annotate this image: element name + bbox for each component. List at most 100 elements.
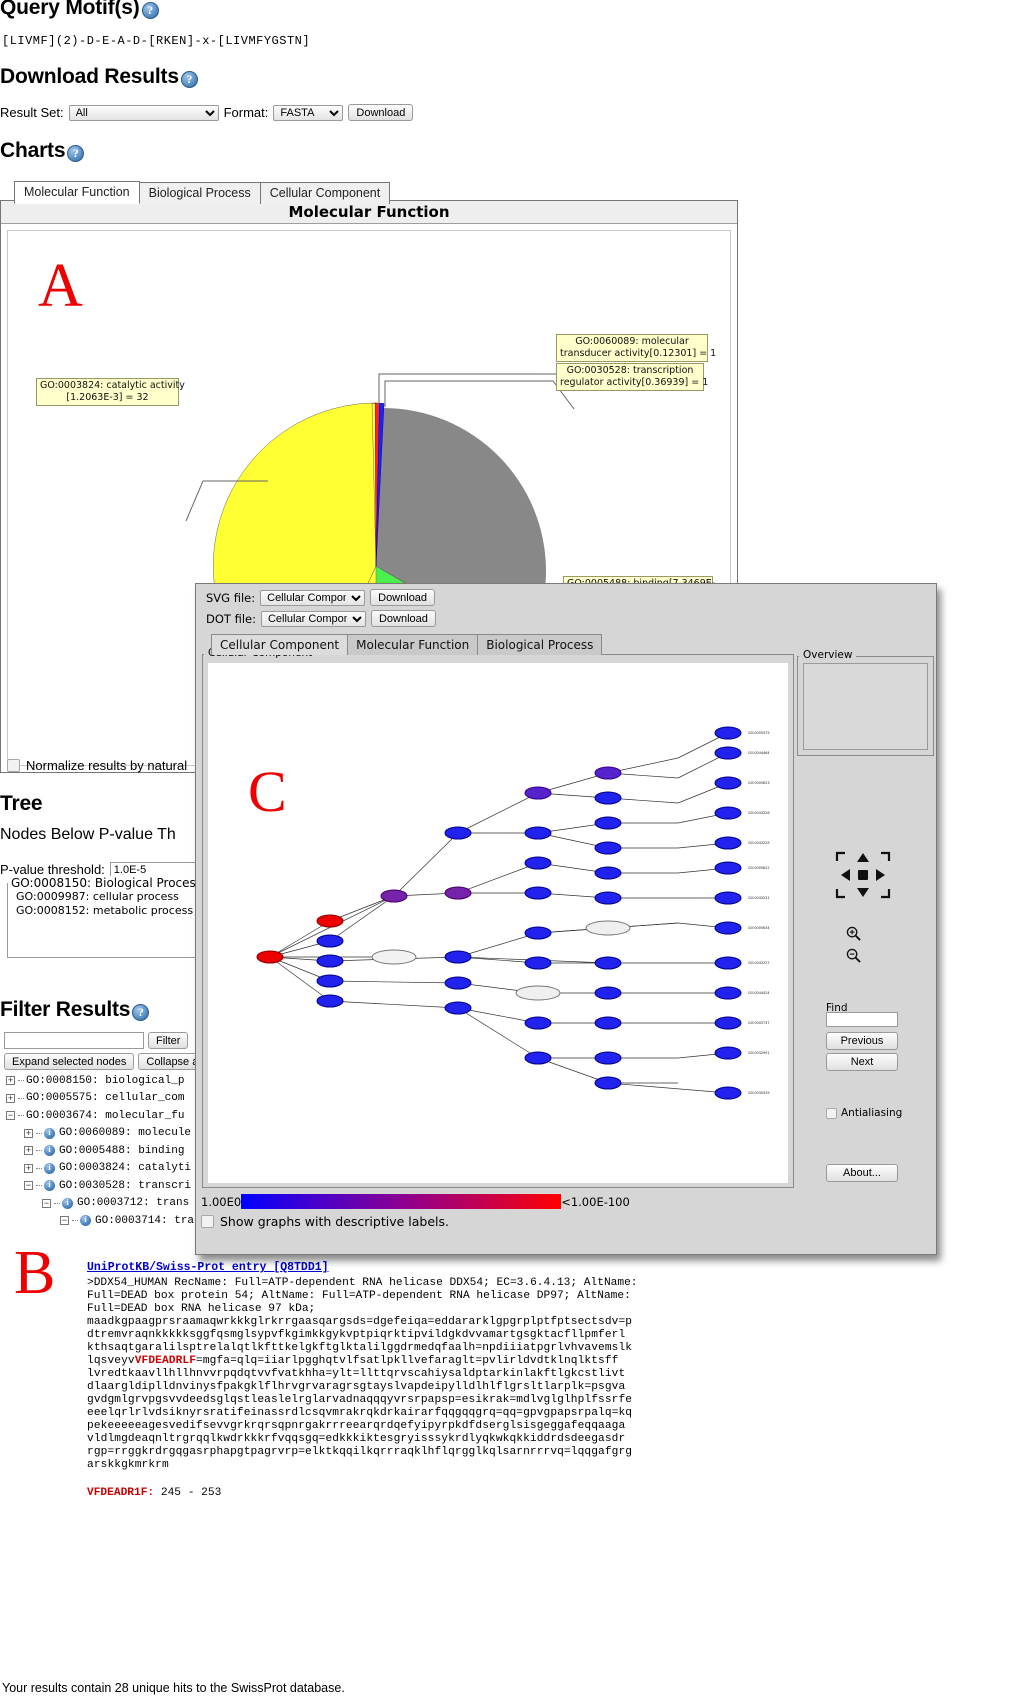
viewer-tab-molecular-function[interactable]: Molecular Function (347, 634, 479, 655)
pan-control[interactable] (833, 849, 893, 901)
pie-label-line1: GO:0030528: transcription (566, 365, 694, 376)
dot-file-select[interactable]: Cellular Component (260, 610, 366, 627)
normalize-checkbox-row[interactable]: Normalize results by natural (7, 758, 187, 773)
go-tree-row-label: GO:0003674: molecular_fu (26, 1109, 185, 1122)
viewer-file-controls: SVG file: Cellular Component Download DO… (206, 589, 946, 631)
info-icon[interactable]: i (80, 1215, 91, 1227)
graph-canvas[interactable]: C GO:0005575 GO:0044464 GO:0005623 GO:00… (208, 663, 788, 1183)
sequence-result-block: UniProtKB/Swiss-Prot entry [Q8TDD1] >DDX… (87, 1258, 697, 1499)
about-button[interactable]: About... (826, 1164, 898, 1182)
result-set-select[interactable]: All (68, 104, 219, 121)
sequence-line: arskkgkmrkrm (87, 1459, 169, 1471)
viewer-tabbar: Cellular Component Molecular Function Bi… (211, 634, 603, 655)
previous-button[interactable]: Previous (826, 1032, 898, 1050)
sequence-line: kthsaqtgaralilsptrelalqtlkfttkelgkftglkt… (87, 1342, 633, 1354)
tab-biological-process[interactable]: Biological Process (138, 182, 261, 204)
charts-heading: Charts? (0, 139, 85, 163)
sequence-line-with-hit: lqsveyvVFDEADRLF=mgfa=qlq=iiarlpgghqtvlf… (87, 1355, 697, 1368)
download-controls: Result Set: All Format: FASTA Download (0, 104, 414, 121)
info-icon[interactable]: i (62, 1197, 73, 1209)
help-icon[interactable]: ? (141, 1, 159, 19)
svg-text:GO:0043226: GO:0043226 (748, 811, 769, 815)
next-button[interactable]: Next (826, 1053, 898, 1071)
motif-match-label: VFDEADR1F: (87, 1487, 155, 1499)
pie-label-line2: regulator activity[0.36939] = 1 (560, 377, 709, 388)
go-tree-row-label: GO:0005488: binding (59, 1144, 185, 1157)
overview-panel[interactable] (797, 656, 934, 756)
filter-input[interactable] (4, 1032, 144, 1049)
viewer-tab-cellular-component[interactable]: Cellular Component (211, 634, 349, 655)
collapse-icon[interactable]: − (6, 1111, 15, 1121)
find-input[interactable] (826, 1012, 898, 1027)
motif-match-position: VFDEADR1F: 245 - 253 (87, 1487, 697, 1499)
tab-cellular-component[interactable]: Cellular Component (259, 182, 391, 204)
uniprot-entry-link[interactable]: UniProtKB/Swiss-Prot entry [Q8TDD1] (87, 1261, 329, 1274)
tree-heading: Tree (0, 792, 43, 816)
collapse-icon[interactable]: − (60, 1216, 69, 1226)
show-graphs-checkbox[interactable] (201, 1215, 214, 1228)
help-icon[interactable]: ? (67, 144, 85, 162)
info-icon[interactable]: i (44, 1162, 55, 1174)
filter-button[interactable]: Filter (148, 1032, 189, 1049)
help-icon[interactable]: ? (180, 70, 198, 88)
sequence-line: gvdgmlgrvpgsvvdeedsglqstleaslelrglarvadn… (87, 1394, 633, 1406)
expand-selected-nodes-button[interactable]: Expand selected nodes (4, 1053, 135, 1070)
collapse-icon[interactable]: − (42, 1198, 51, 1208)
figure-label-c: C (248, 759, 287, 824)
collapse-icon[interactable]: − (24, 1181, 33, 1191)
go-tree-row-label: GO:0005575: cellular_com (26, 1092, 185, 1105)
go-tree-row-label: GO:0030528: transcri (59, 1179, 192, 1192)
expander-icon[interactable]: + (6, 1093, 15, 1103)
svg-text:GO:0043231: GO:0043231 (748, 896, 769, 900)
download-button[interactable]: Download (348, 104, 414, 121)
graph-area: C GO:0005575 GO:0044464 GO:0005623 GO:00… (202, 654, 794, 1188)
expander-icon[interactable]: + (6, 1076, 15, 1086)
pvalue-input[interactable] (109, 862, 196, 877)
sequence-line: maadkgpaagprsraamaqwrkkkglrkrrgaasqargsd… (87, 1316, 633, 1328)
sequence-prefix: lqsveyv (87, 1355, 135, 1367)
overview-thumbnail[interactable] (803, 663, 928, 750)
format-select[interactable]: FASTA (273, 104, 344, 121)
info-icon[interactable]: i (44, 1180, 55, 1192)
pie-label-line1: GO:0003824: catalytic activity (40, 380, 185, 391)
sequence-line: pekeeeeeagesvedifsevvgrkrqrsqpnrgakrrree… (87, 1420, 626, 1432)
svg-file-row: SVG file: Cellular Component Download (206, 589, 946, 606)
filter-results-heading: Filter Results? (0, 998, 150, 1022)
help-icon[interactable]: ? (132, 1003, 150, 1021)
info-icon[interactable]: i (44, 1127, 55, 1139)
antialiasing-row[interactable]: Antialiasing (826, 1107, 902, 1119)
colorbar-max-label: <1.00E-100 (561, 1194, 630, 1209)
expander-icon[interactable]: + (24, 1163, 33, 1173)
sequence-line: eeelqrlrlvdsiknyrsratifeinassrdlcsqvmrak… (87, 1407, 633, 1419)
chart-panel-title: Molecular Function (1, 201, 737, 224)
show-graphs-row[interactable]: Show graphs with descriptive labels. (201, 1214, 449, 1229)
fasta-sequence: maadkgpaagprsraamaqwrkkkglrkrrgaasqargsd… (87, 1316, 697, 1472)
result-set-label: Result Set: (0, 105, 64, 120)
antialiasing-checkbox[interactable] (826, 1107, 837, 1119)
graph-viewer-window[interactable]: SVG file: Cellular Component Download DO… (195, 583, 937, 1255)
motif-hit-highlight: VFDEADRLF (134, 1355, 197, 1367)
expander-icon[interactable]: + (24, 1146, 33, 1156)
query-motifs-title: Query Motif(s) (0, 0, 140, 19)
svg-text:GO:0005575: GO:0005575 (748, 731, 769, 735)
tree-subtitle: Nodes Below P-value Th (0, 826, 176, 843)
sequence-line: vldlmgdeaqnltrgrqqlkwdrkkkrfvqqsgq=edkkk… (87, 1433, 626, 1445)
pie-label-line1: GO:0060089: molecular (575, 336, 689, 347)
svg-file-select[interactable]: Cellular Component (260, 589, 366, 606)
svg-text:GO:0043229: GO:0043229 (748, 841, 769, 845)
info-icon[interactable]: i (44, 1145, 55, 1157)
zoom-in-icon[interactable] (846, 926, 861, 941)
sequence-line: lvredtkaavllhllhnvvrpqdqtvvfvatkhha=ylt=… (87, 1368, 626, 1380)
pvalue-threshold-row: P-value threshold: (0, 862, 196, 877)
filter-results-title: Filter Results (0, 998, 131, 1021)
fasta-header: >DDX54_HUMAN RecName: Full=ATP-dependent… (87, 1277, 638, 1315)
zoom-out-icon[interactable] (846, 948, 861, 963)
dot-download-button[interactable]: Download (370, 610, 436, 627)
normalize-checkbox[interactable] (7, 759, 20, 772)
svg-download-button[interactable]: Download (370, 589, 436, 606)
viewer-tab-biological-process[interactable]: Biological Process (477, 634, 603, 655)
filter-input-row: Filter (4, 1032, 189, 1049)
tab-molecular-function[interactable]: Molecular Function (14, 181, 140, 204)
sequence-line: rgp=rrggkrdrgqgasrphapgtpagrvrp=elktkqqi… (87, 1446, 633, 1458)
expander-icon[interactable]: + (24, 1128, 33, 1138)
